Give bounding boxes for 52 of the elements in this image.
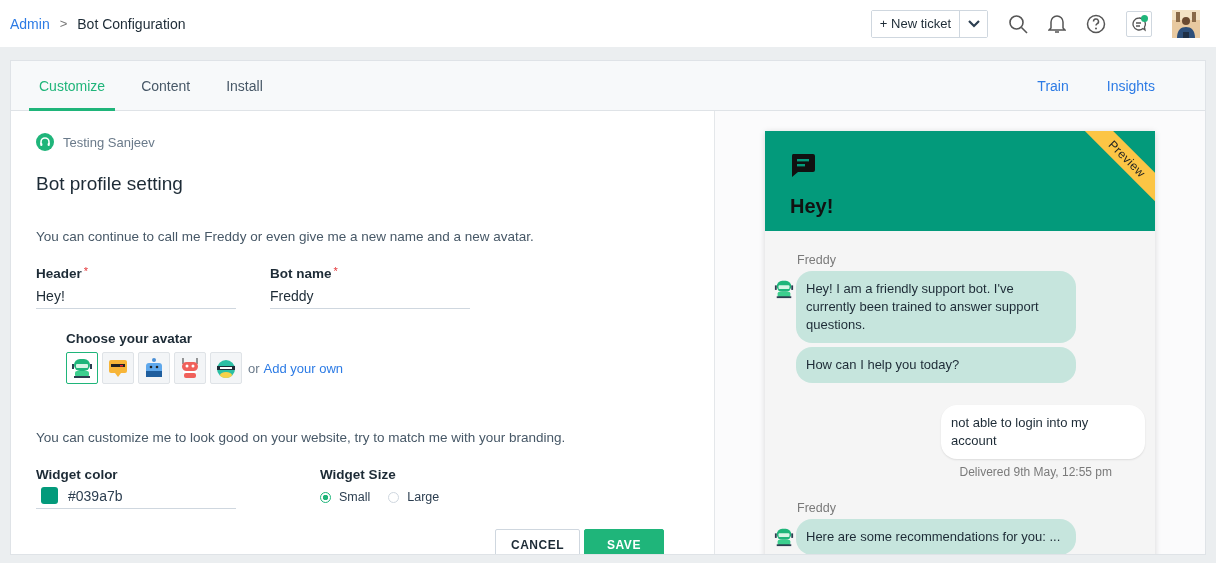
sender-name: Freddy [797, 501, 837, 515]
bot-message: Here are some recommendations for you: ... [796, 519, 1076, 554]
robot-icon [71, 357, 93, 379]
color-field[interactable]: #039a7b [36, 484, 236, 509]
delivery-status: Delivered 9th May, 12:55 pm [959, 465, 1112, 479]
radio-button[interactable] [320, 491, 331, 503]
field-label: Widget color [36, 467, 119, 482]
search-icon[interactable] [1008, 13, 1028, 34]
or-text: or [248, 360, 260, 376]
field-label: Header [36, 266, 82, 281]
robot-icon [143, 357, 165, 379]
bot-owner-name: Testing Sanjeev [63, 134, 155, 150]
avatar-label: Choose your avatar [66, 331, 194, 346]
radio-option[interactable]: Small [320, 490, 371, 504]
robot-icon [179, 357, 201, 379]
avatar-option[interactable] [66, 352, 98, 384]
robot-icon [774, 527, 794, 547]
robot-icon [215, 357, 237, 379]
description-text: You can customize me to look good on your website, try to match me with your branding. [36, 430, 567, 445]
help-icon[interactable] [1086, 13, 1106, 34]
bell-icon[interactable] [1048, 13, 1066, 34]
robot-icon [107, 357, 129, 379]
new-ticket-button[interactable]: + New ticket [871, 10, 960, 37]
caret-icon [967, 19, 980, 28]
nav-link[interactable]: Train [1037, 77, 1069, 94]
bot-message: Hey! I am a friendly support bot. I've currently been trained to answer support questions. [796, 271, 1076, 343]
required-mark: * [333, 266, 338, 277]
breadcrumb-separator: > [59, 16, 68, 31]
field-label: Widget Size [320, 467, 397, 482]
field-label: Bot name [270, 266, 332, 281]
headset-icon [36, 133, 54, 151]
page-title: Bot Configuration [77, 15, 186, 32]
chat-button[interactable] [1126, 10, 1152, 37]
required-mark: * [83, 266, 89, 277]
radio-option[interactable]: Large [388, 490, 440, 504]
chat-icon [1131, 15, 1147, 32]
breadcrumb-link[interactable]: Admin [10, 15, 50, 32]
user-message: not able to login into my account [941, 405, 1145, 459]
robot-icon [774, 279, 794, 299]
radio-label: Large [407, 490, 440, 504]
nav-link[interactable]: Insights [1106, 77, 1155, 94]
radio-label: Small [339, 490, 371, 504]
bot-message: How can I help you today? [796, 347, 1076, 383]
section-title: Bot profile setting [36, 173, 184, 195]
cancel-button[interactable]: CANCEL [495, 529, 580, 554]
tab[interactable]: Install [216, 61, 273, 111]
tab[interactable]: Content [131, 61, 201, 111]
description-text: You can continue to call me Freddy or even give me a new name and a new avatar. [36, 229, 535, 244]
add-avatar-link[interactable]: Add your own [263, 360, 344, 376]
message-icon [790, 153, 816, 177]
sender-name: Freddy [797, 253, 837, 267]
widget-title: Hey! [790, 195, 835, 218]
